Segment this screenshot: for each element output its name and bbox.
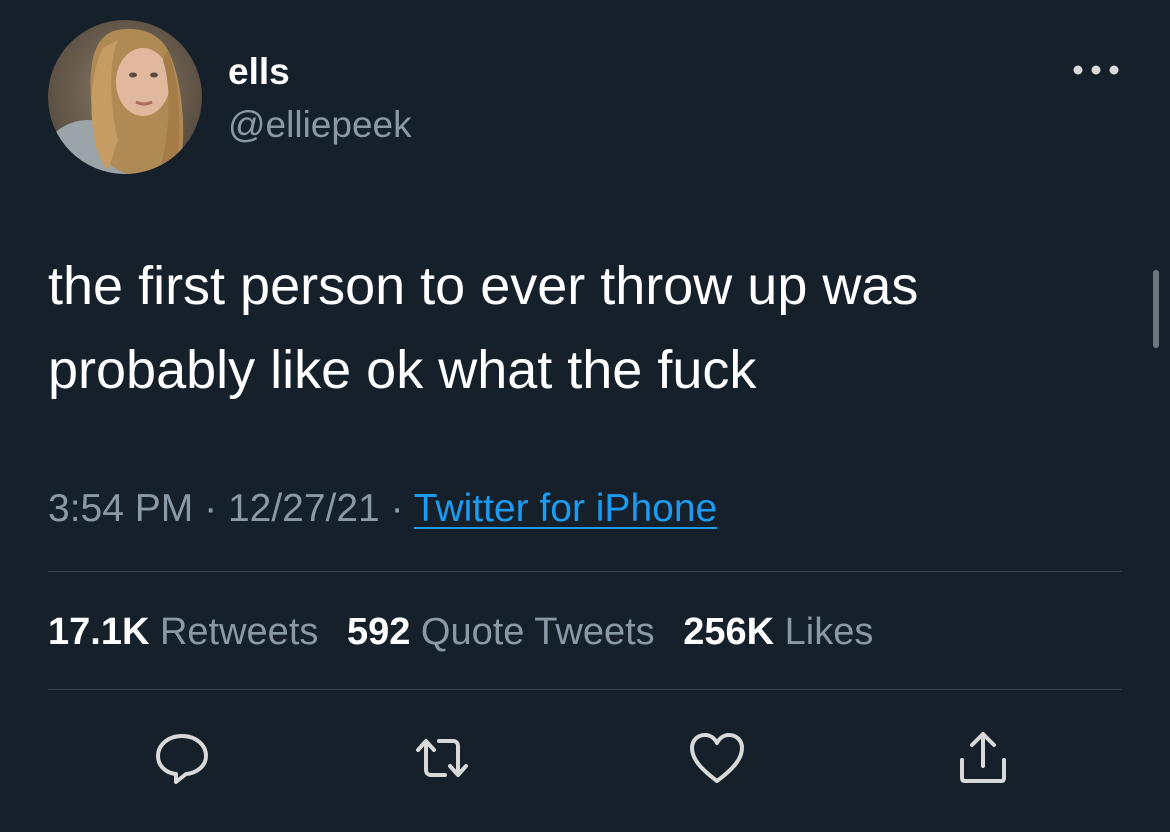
likes-stat[interactable]: 256K Likes — [683, 611, 873, 653]
tweet-text-line: the first person to ever throw up was — [48, 256, 919, 316]
quote-tweets-label: Quote Tweets — [420, 611, 655, 653]
share-icon — [960, 732, 1006, 783]
retweets-count: 17.1K — [48, 611, 150, 653]
likes-label: Likes — [784, 611, 874, 653]
tweet-source-link[interactable]: Twitter for iPhone — [414, 487, 717, 530]
divider — [48, 571, 1122, 572]
divider — [48, 689, 1122, 690]
meta-separator: · — [390, 487, 404, 530]
display-name[interactable]: ells — [228, 50, 290, 94]
more-options-button[interactable] — [1066, 55, 1126, 85]
like-icon — [690, 733, 744, 783]
profile-photo — [48, 20, 202, 174]
quote-tweets-count: 592 — [346, 611, 411, 653]
retweets-label: Retweets — [159, 611, 319, 653]
like-button[interactable] — [687, 728, 747, 788]
retweet-icon — [416, 739, 468, 777]
tweet-text-line: probably like ok what the fuck — [48, 340, 757, 400]
share-button[interactable] — [953, 728, 1013, 788]
quote-tweets-stat[interactable]: 592 Quote Tweets — [347, 611, 655, 653]
user-handle[interactable]: @elliepeek — [228, 103, 412, 147]
scrollbar[interactable] — [1153, 270, 1159, 348]
avatar[interactable] — [48, 20, 202, 174]
meta-separator: · — [204, 487, 218, 530]
retweet-button[interactable] — [412, 728, 472, 788]
retweets-stat[interactable]: 17.1K Retweets — [48, 611, 318, 653]
reply-button[interactable] — [152, 728, 212, 788]
tweet-stats: 17.1K Retweets 592 Quote Tweets 256K Lik… — [48, 606, 891, 658]
tweet-text: the first person to ever throw up was pro… — [48, 244, 1118, 412]
reply-icon — [156, 734, 208, 784]
likes-count: 256K — [683, 611, 775, 653]
tweet-date[interactable]: 12/27/21 — [228, 487, 380, 530]
tweet-actions — [0, 728, 1170, 788]
more-horizontal-icon — [1073, 65, 1119, 75]
tweet-meta: 3:54 PM · 12/27/21 · Twitter for iPhone — [48, 482, 717, 536]
tweet-time[interactable]: 3:54 PM — [48, 487, 193, 530]
